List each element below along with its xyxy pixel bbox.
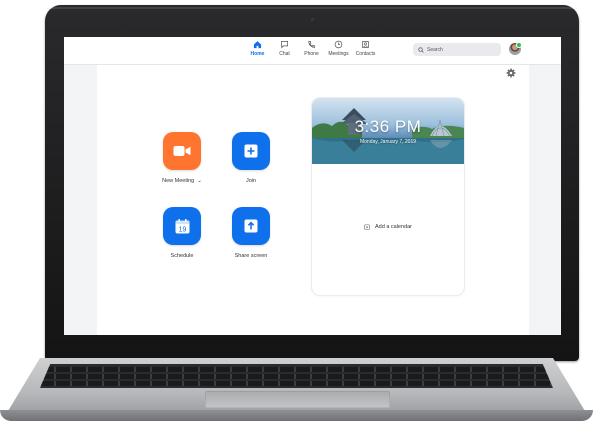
presence-status-dot [516, 42, 522, 48]
calendar-day-number: 19 [178, 226, 186, 233]
keyboard [40, 364, 553, 388]
nav-label: Contacts [355, 51, 376, 57]
main-nav: Home Chat Phone Meetings Contacts [244, 40, 379, 57]
share-screen-label: Share screen [234, 253, 268, 259]
new-meeting-button[interactable] [163, 132, 201, 170]
contacts-icon [361, 40, 370, 49]
calendar-add-icon [364, 224, 370, 230]
join-label: Join [245, 178, 257, 184]
nav-label: Chat [279, 51, 290, 57]
search-icon [418, 46, 424, 53]
nav-item-home[interactable]: Home [244, 40, 271, 57]
calendar-card: 3:36 PM Monday, January 7, 2019 Add a ca… [312, 98, 464, 295]
search-box[interactable] [413, 43, 501, 56]
add-calendar-label: Add a calendar [375, 224, 412, 230]
nav-label: Phone [304, 51, 319, 57]
search-input[interactable] [427, 46, 497, 53]
schedule-button[interactable]: 19 [163, 207, 201, 245]
share-screen-action: Share screen [223, 207, 279, 259]
calendar-hero-image: 3:36 PM Monday, January 7, 2019 [312, 98, 464, 164]
nav-item-meetings[interactable]: Meetings [325, 40, 352, 57]
gear-icon[interactable] [506, 68, 516, 78]
avatar[interactable] [509, 42, 522, 55]
home-panel: New Meeting ⌄ Join 19 Schedule Share scr… [97, 65, 529, 335]
share-screen-button[interactable] [232, 207, 270, 245]
nav-label: Meetings [328, 51, 349, 57]
webcam [311, 18, 314, 21]
join-button[interactable] [232, 132, 270, 170]
nav-item-chat[interactable]: Chat [271, 40, 298, 57]
app-window: Home Chat Phone Meetings Contacts Search… [64, 37, 561, 335]
laptop-front-edge [0, 410, 593, 421]
chat-icon [280, 40, 289, 49]
current-time: 3:36 PM [354, 117, 422, 136]
new-meeting-action: New Meeting ⌄ [154, 132, 210, 184]
clock-icon [334, 40, 343, 49]
join-action: Join [223, 132, 279, 184]
add-calendar-link[interactable]: Add a calendar [312, 224, 464, 230]
nav-label: Home [250, 51, 265, 57]
top-nav-bar: Home Chat Phone Meetings Contacts Search [64, 37, 561, 65]
chevron-down-icon[interactable]: ⌄ [197, 178, 202, 184]
calendar-icon: 19 [175, 218, 189, 233]
touchpad [205, 391, 390, 408]
share-arrow-icon [244, 219, 258, 233]
nav-item-contacts[interactable]: Contacts [352, 40, 379, 57]
schedule-action: 19 Schedule [154, 207, 210, 259]
phone-icon [308, 40, 316, 48]
schedule-label: Schedule [170, 253, 194, 259]
video-camera-icon [173, 146, 191, 156]
new-meeting-label: New Meeting ⌄ [162, 178, 202, 184]
nav-item-phone[interactable]: Phone [298, 40, 325, 57]
home-icon [253, 41, 262, 49]
plus-icon [244, 144, 258, 158]
current-date: Monday, January 7, 2019 [359, 139, 417, 145]
